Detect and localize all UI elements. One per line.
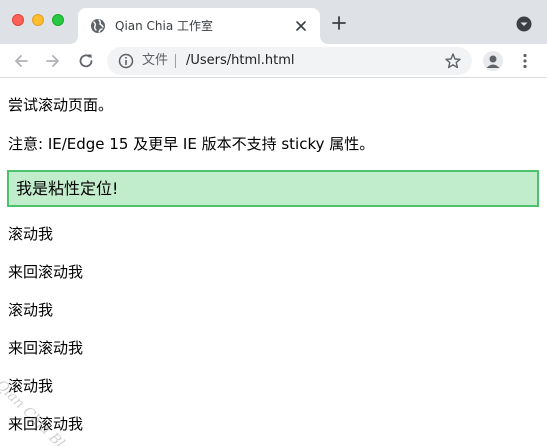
compatibility-note: 注意: IE/Edge 15 及更早 IE 版本不支持 sticky 属性。: [8, 135, 375, 153]
reload-icon[interactable]: [77, 52, 95, 70]
sticky-label: 我是粘性定位!: [16, 179, 119, 198]
address-url[interactable]: /Users/html.html: [186, 52, 295, 70]
back-arrow-icon[interactable]: [12, 52, 30, 70]
more-menu-icon[interactable]: [516, 52, 534, 70]
address-scheme-label: 文件: [142, 53, 169, 68]
tab-close-icon[interactable]: [294, 19, 308, 33]
tab-title: Qian Chia 工作室: [115, 19, 214, 33]
forward-arrow-icon[interactable]: [44, 52, 62, 70]
minimize-window-icon[interactable]: [32, 14, 44, 26]
info-icon[interactable]: [118, 53, 134, 69]
tab-strip: Qian Chia 工作室: [0, 0, 547, 44]
tab-menu-icon[interactable]: [516, 16, 532, 32]
sticky-box: 我是粘性定位!: [7, 170, 539, 207]
scroll-item: 滚动我: [8, 225, 54, 243]
scroll-item: 来回滚动我: [8, 263, 84, 281]
browser-window: Qian Chia 工作室 文件 /Users/html.html 尝试滚动页面…: [0, 0, 547, 446]
scroll-item: 来回滚动我: [8, 339, 84, 357]
page-content: 尝试滚动页面。 注意: IE/Edge 15 及更早 IE 版本不支持 stic…: [0, 79, 547, 446]
bookmark-star-icon[interactable]: [444, 52, 462, 70]
globe-favicon-icon: [91, 19, 105, 33]
intro-text: 尝试滚动页面。: [8, 96, 114, 114]
address-separator: [175, 54, 176, 68]
address-bar[interactable]: 文件 /Users/html.html: [107, 47, 472, 75]
new-tab-icon[interactable]: [331, 15, 347, 31]
browser-toolbar: 文件 /Users/html.html: [0, 44, 547, 78]
close-window-icon[interactable]: [12, 14, 24, 26]
scroll-item: 滚动我: [8, 301, 54, 319]
active-tab[interactable]: Qian Chia 工作室: [78, 8, 320, 44]
profile-avatar-icon[interactable]: [483, 51, 503, 71]
zoom-window-icon[interactable]: [52, 14, 64, 26]
